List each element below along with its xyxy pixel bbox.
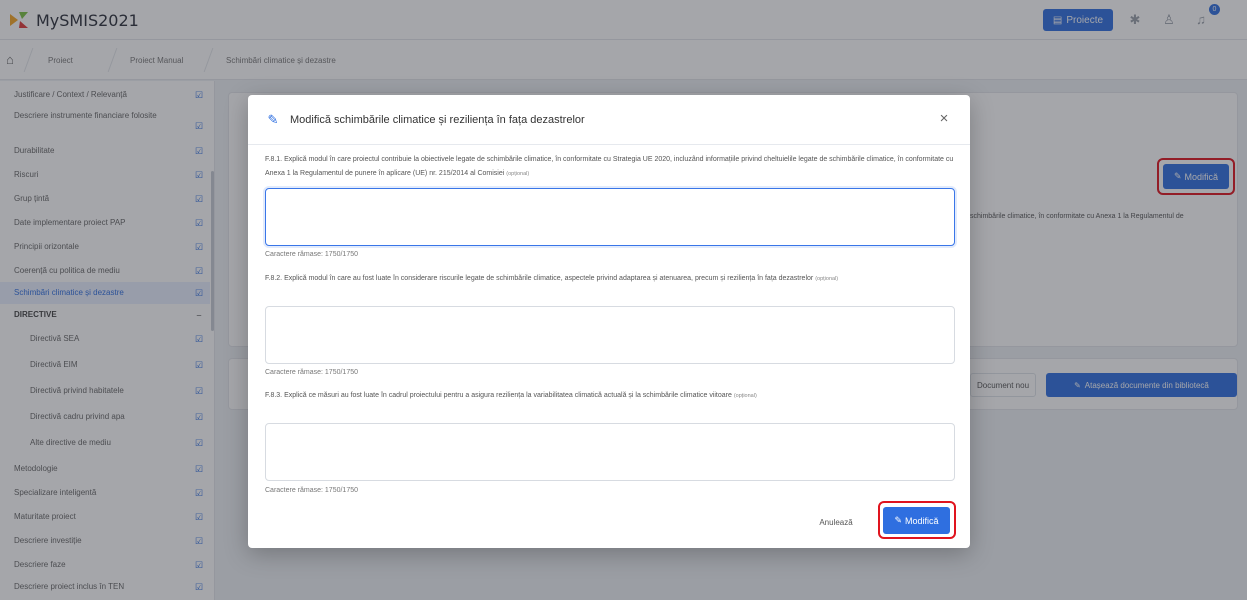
optional-tag: (opțional) <box>733 393 757 399</box>
edit-icon: ✎ <box>267 112 279 127</box>
answer-textarea[interactable] <box>265 306 955 364</box>
modal-title: Modifică schimbările climatice și rezili… <box>290 114 585 126</box>
question-text: F.8.1. Explică modul în care proiectul c… <box>265 156 954 177</box>
question-text: F.8.2. Explică modul în care au fost lua… <box>265 275 814 282</box>
modal-header: ✎ Modifică schimbările climatice și rezi… <box>248 95 970 145</box>
highlight-box <box>878 501 956 539</box>
question-label: F.8.3. Explică ce măsuri au fost luate î… <box>265 389 955 403</box>
optional-tag: (opțional) <box>815 276 839 282</box>
answer-textarea[interactable] <box>265 188 955 246</box>
character-counter: Caractere rămase: 1750/1750 <box>265 369 358 376</box>
close-icon[interactable]: × <box>936 110 952 128</box>
edit-modal: ✎ Modifică schimbările climatice și rezi… <box>248 95 970 548</box>
question-label: F.8.1. Explică modul în care proiectul c… <box>265 153 955 181</box>
optional-tag: (opțional) <box>506 171 530 177</box>
character-counter: Caractere rămase: 1750/1750 <box>265 251 358 258</box>
question-text: F.8.3. Explică ce măsuri au fost luate î… <box>265 392 732 399</box>
character-counter: Caractere rămase: 1750/1750 <box>265 487 358 494</box>
answer-textarea[interactable] <box>265 423 955 481</box>
question-label: F.8.2. Explică modul în care au fost lua… <box>265 272 955 286</box>
cancel-button-label: Anulează <box>819 517 853 527</box>
cancel-button[interactable]: Anulează <box>815 512 857 532</box>
